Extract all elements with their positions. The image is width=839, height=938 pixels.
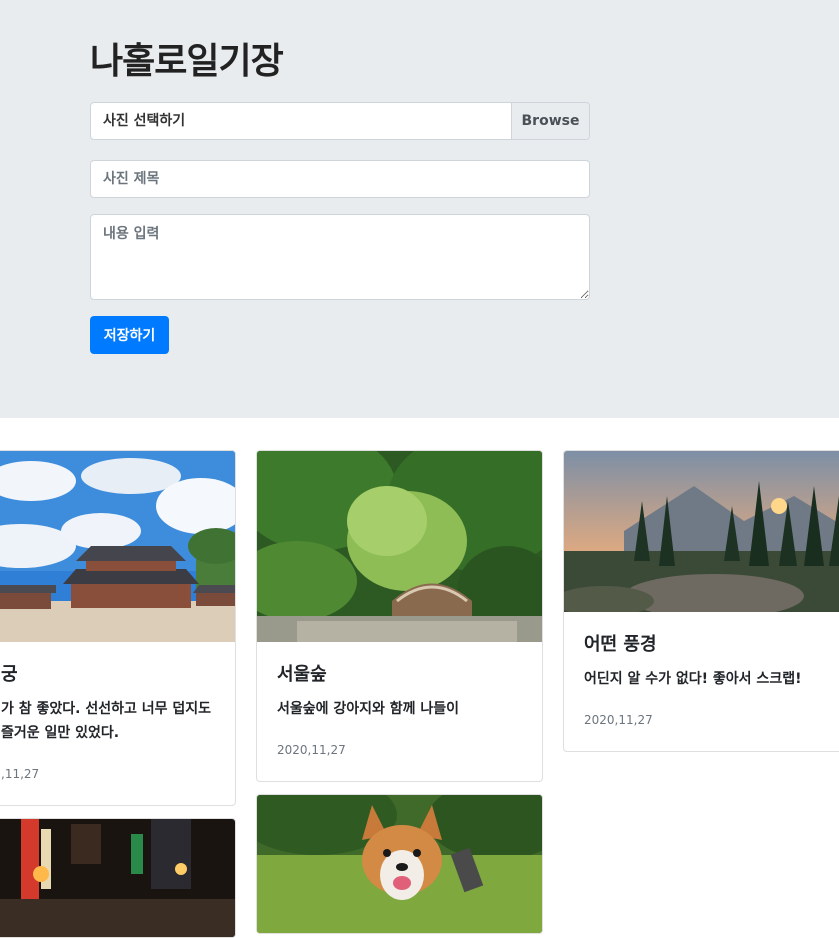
card-seoul-forest[interactable]: 서울숲 서울숲에 강아지와 함께 나들이 2020,11,27 [256,450,543,782]
card-palace[interactable]: 궁 가 참 좋았다. 선선하고 너무 덥지도 즐거운 일만 있었다. ,11,2… [0,450,236,806]
card-title: 서울숲 [277,664,327,685]
card-text-line2: 즐거운 일만 있었다. [1,725,120,741]
file-input-label[interactable]: 사진 선택하기 [91,103,511,139]
mountain-photo [564,451,839,612]
card-dog[interactable] [256,794,543,934]
street-photo [0,819,235,937]
photo-file-input[interactable]: 사진 선택하기 Browse [90,102,590,140]
save-button[interactable]: 저장하기 [90,316,169,354]
card-date: 2020,11,27 [277,743,346,757]
photo-title-input[interactable] [90,160,590,198]
card-text: 서울숲에 강아지와 함께 나들이 [277,701,460,717]
card-date: 2020,11,27 [584,713,653,727]
browse-button[interactable]: Browse [511,103,589,139]
card-landscape[interactable]: 어떤 풍경 어딘지 알 수가 없다! 좋아서 스크랩! 2020,11,27 [563,450,839,752]
card-date: ,11,27 [1,767,40,781]
card-text: 가 참 좋았다. 선선하고 너무 덥지도 [1,701,212,717]
page-title: 나홀로일기장 [90,41,284,82]
card-text: 어딘지 알 수가 없다! 좋아서 스크랩! [584,671,802,687]
header-section: 나홀로일기장 사진 선택하기 Browse 저장하기 [0,0,839,418]
dog-photo [257,795,542,933]
card-title: 어떤 풍경 [584,634,657,655]
card-title: 궁 [1,664,18,685]
card-street[interactable] [0,818,236,938]
forest-photo [257,451,542,642]
content-textarea[interactable] [90,214,590,300]
palace-photo [0,451,235,642]
